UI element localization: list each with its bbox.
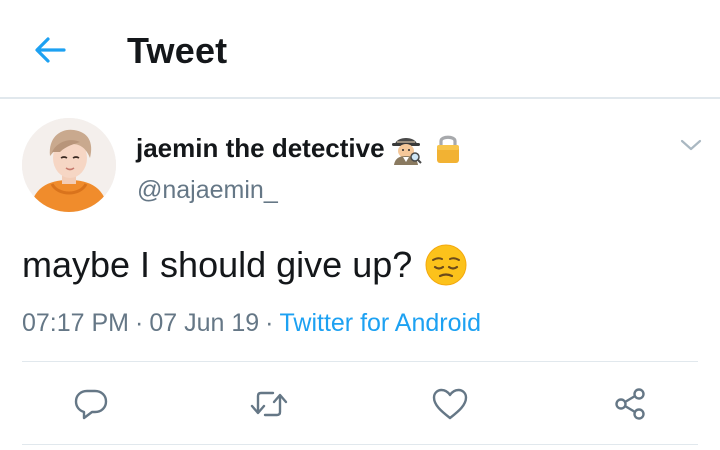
reply-button[interactable] [71, 384, 111, 424]
share-button[interactable] [610, 384, 650, 424]
chevron-down-icon [680, 139, 702, 151]
avatar-image [22, 118, 116, 212]
tweet-source-link[interactable]: Twitter for Android [280, 309, 481, 337]
detective-icon [389, 131, 423, 165]
tweet-text-content: maybe I should give up? [22, 244, 413, 285]
like-icon [432, 388, 468, 420]
tweet-actions-bar [0, 370, 720, 440]
lock-icon [433, 131, 463, 165]
retweet-button[interactable] [249, 384, 289, 424]
tweet-date: 07 Jun 19 [149, 309, 260, 337]
display-name-row: jaemin the detective [136, 128, 463, 168]
share-icon [615, 388, 645, 420]
divider [22, 361, 698, 362]
pensive-face-icon [424, 243, 468, 287]
reply-icon [74, 389, 108, 420]
tweet-time: 07:17 PM [22, 309, 130, 337]
avatar[interactable] [22, 118, 116, 212]
retweet-icon [250, 391, 288, 417]
user-handle[interactable]: @najaemin_ [137, 176, 278, 205]
page-title: Tweet [127, 30, 228, 71]
back-button[interactable] [32, 34, 68, 66]
tweet-detail-screen: Tweet jaemin the detective @najaemin_ ma… [0, 0, 720, 450]
top-app-bar: Tweet [0, 0, 720, 99]
meta-separator: · [135, 309, 144, 337]
tweet-text: maybe I should give up? [22, 243, 468, 287]
like-button[interactable] [430, 384, 470, 424]
tweet-options-button[interactable] [678, 135, 704, 155]
meta-separator: · [265, 309, 274, 337]
tweet-metadata: 07:17 PM · 07 Jun 19 · Twitter for Android [22, 309, 481, 338]
divider [22, 444, 698, 445]
display-name[interactable]: jaemin the detective [136, 133, 385, 164]
arrow-left-icon [35, 37, 66, 63]
